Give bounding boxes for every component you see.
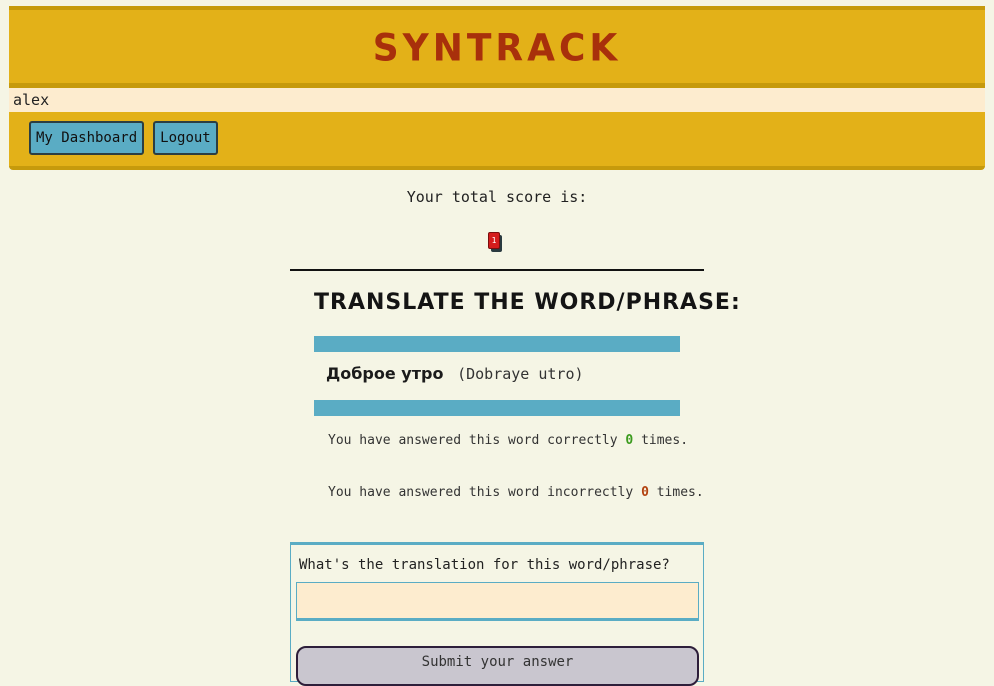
correct-stat-suffix: times. (641, 433, 689, 448)
nav-buttons: My Dashboard Logout (29, 121, 218, 155)
section-divider (290, 269, 704, 271)
incorrect-count: 0 (641, 485, 649, 500)
correct-count: 0 (625, 433, 634, 448)
app-title: SYNTRACK (372, 26, 622, 71)
correct-stat: You have answered this word correctly 0 … (328, 433, 688, 448)
score-value: 1 (488, 232, 500, 249)
incorrect-stat: You have answered this word incorrectly … (328, 485, 704, 500)
incorrect-stat-suffix: times. (656, 485, 704, 500)
score-badge: 1 (488, 232, 502, 252)
transliteration: (Dobraye utro) (457, 365, 584, 383)
site-header: SYNTRACK alex My Dashboard Logout (9, 6, 985, 170)
submit-answer-button[interactable]: Submit your answer (296, 646, 699, 686)
score-label: Your total score is: (406, 188, 588, 206)
username: alex (13, 91, 50, 109)
word-row: Доброе утро (Dobraye utro) (326, 364, 584, 383)
user-bar: alex (9, 88, 985, 112)
quiz-heading: Translate the word/phrase: (314, 290, 741, 315)
word-card: Доброе утро (Dobraye utro) (314, 336, 680, 416)
word-card-top-band (314, 336, 680, 352)
answer-form: What's the translation for this word/phr… (290, 542, 704, 686)
word-card-bottom-band (314, 400, 680, 416)
answer-label: What's the translation for this word/phr… (299, 557, 670, 573)
answer-input[interactable] (296, 582, 699, 621)
incorrect-stat-prefix: You have answered this word incorrectly (328, 485, 634, 500)
my-dashboard-button[interactable]: My Dashboard (29, 121, 145, 155)
target-word: Доброе утро (326, 364, 444, 383)
correct-stat-prefix: You have answered this word correctly (328, 433, 618, 448)
logout-button[interactable]: Logout (153, 121, 218, 155)
